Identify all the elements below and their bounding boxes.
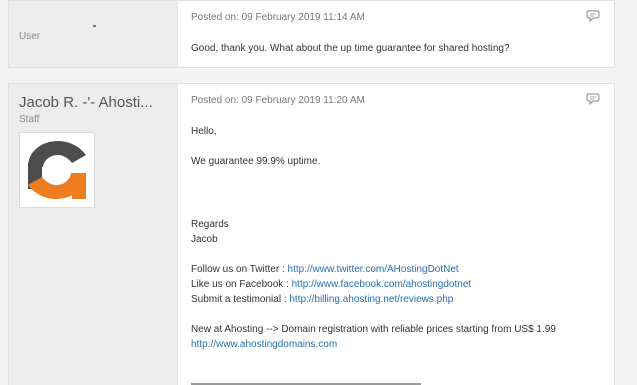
author-name: Jacob R. -'- Ahosti...: [19, 94, 153, 111]
promo-text: New at Ahosting --> Domain registration …: [191, 324, 556, 335]
quote-icon[interactable]: [586, 93, 600, 105]
facebook-link[interactable]: http://www.facebook.com/ahostingdotnet: [292, 279, 472, 290]
twitter-line: Follow us on Twitter : http://www.twitte…: [191, 262, 602, 277]
ticket-reply-staff: Jacob R. -'- Ahosti... Staff Posted on: …: [8, 83, 615, 385]
ticket-reply-user: User Posted on: 09 February 2019 11:14 A…: [8, 0, 615, 68]
signature-name: Jacob: [191, 234, 218, 245]
regards-text: Regards: [191, 219, 229, 230]
posted-timestamp: Posted on: 09 February 2019 11:14 AM: [191, 12, 365, 23]
cut-off-text: [191, 381, 421, 385]
author-name-remnant: [93, 25, 96, 27]
twitter-link[interactable]: http://www.twitter.com/AHostingDotNet: [288, 264, 459, 275]
facebook-label: Like us on Facebook :: [191, 279, 292, 290]
promo-link[interactable]: http://www.ahostingdomains.com: [191, 339, 337, 350]
reply-body: Hello, We guarantee 99.9% uptime. Regard…: [191, 124, 602, 352]
reply-content: Posted on: 09 February 2019 11:20 AM Hel…: [177, 84, 614, 385]
facebook-line: Like us on Facebook : http://www.faceboo…: [191, 277, 602, 292]
author-panel: Jacob R. -'- Ahosti... Staff: [9, 84, 175, 385]
testimonial-label: Submit a testimonial :: [191, 294, 290, 305]
author-role: User: [19, 31, 41, 42]
author-role: Staff: [19, 114, 40, 125]
avatar: [19, 132, 95, 208]
reply-message: Good, thank you. What about the up time …: [191, 43, 510, 54]
testimonial-line: Submit a testimonial : http://billing.ah…: [191, 292, 602, 307]
testimonial-link[interactable]: http://billing.ahosting.net/reviews.php: [289, 294, 453, 305]
ahosting-logo-icon: [28, 141, 86, 199]
reply-body: Good, thank you. What about the up time …: [191, 41, 602, 56]
uptime-statement: We guarantee 99.9% uptime.: [191, 156, 321, 167]
greeting-text: Hello,: [191, 126, 217, 137]
twitter-label: Follow us on Twitter :: [191, 264, 288, 275]
quote-icon[interactable]: [586, 10, 600, 22]
reply-content: Posted on: 09 February 2019 11:14 AM Goo…: [177, 1, 614, 67]
posted-timestamp: Posted on: 09 February 2019 11:20 AM: [191, 95, 365, 106]
author-panel: User: [9, 1, 175, 67]
promo-line: http://www.ahostingdomains.com: [191, 337, 602, 352]
